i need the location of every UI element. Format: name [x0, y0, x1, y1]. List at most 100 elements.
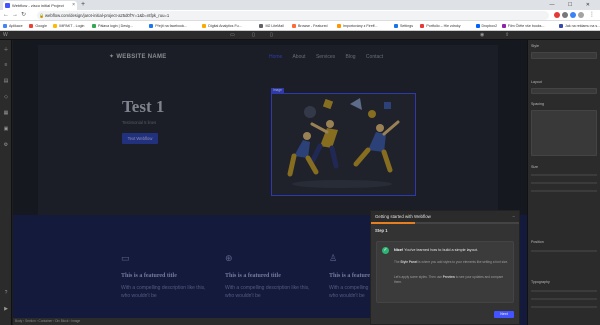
- step-message: Nice! You've learned how to build a simp…: [394, 248, 478, 252]
- panel-section-layout[interactable]: Layout: [531, 80, 542, 84]
- left-toolbar: ＋ ≡ ▤ ◇ ▦ ▣ ⚙ ? ▶: [0, 40, 12, 325]
- desktop-breakpoint-icon[interactable]: ▭: [230, 32, 235, 39]
- panel-section-style[interactable]: Style: [531, 44, 539, 48]
- feature-description: With a compelling description like this,…: [121, 285, 206, 299]
- bookmark-item[interactable]: IMPAKT - Login: [53, 21, 84, 30]
- tab-strip: Webflow - zisco initial Project × + — ☐ …: [0, 0, 600, 10]
- bookmark-item[interactable]: M2 LiteMail: [259, 21, 284, 30]
- display-setting[interactable]: [531, 88, 597, 94]
- step-instruction: Let's apply some styles. Then use Previe…: [394, 275, 504, 284]
- bookmark-favicon-icon: [336, 24, 341, 29]
- tablet-breakpoint-icon[interactable]: ▯: [252, 32, 255, 39]
- webflow-logo-icon[interactable]: W: [3, 32, 8, 39]
- preview-icon[interactable]: ◉: [480, 32, 484, 39]
- pages-icon[interactable]: ▤: [3, 78, 9, 84]
- bookmark-label: Digital Analytics Fu...: [208, 24, 242, 28]
- getting-started-title: Getting started with Webflow: [375, 214, 431, 219]
- coin-icon: ⊕: [225, 253, 233, 263]
- bookmark-favicon-icon: [3, 24, 7, 29]
- address-bar: ← → ↻ 🔒 webflow.com/design/jarot-initial…: [0, 10, 600, 21]
- typography-row[interactable]: [531, 306, 597, 308]
- bookmark-label: Pálava login | Desig...: [98, 24, 133, 28]
- bookmark-item[interactable]: Google: [29, 21, 47, 30]
- profile-avatar-icon[interactable]: [578, 12, 584, 18]
- size-row[interactable]: [531, 182, 597, 184]
- next-button[interactable]: Next: [494, 311, 514, 318]
- typography-row[interactable]: [531, 298, 597, 300]
- bookmark-favicon-icon: [149, 24, 154, 29]
- bookmark-item[interactable]: Importovány z Fireff...: [336, 21, 378, 30]
- forward-icon[interactable]: →: [12, 11, 18, 20]
- publish-icon[interactable]: ⇪: [505, 32, 509, 39]
- bookmark-label: M2 LiteMail: [265, 24, 284, 28]
- bookmark-item[interactable]: Aplikace: [3, 21, 23, 30]
- feature-card[interactable]: ⊕ This is a featured title With a compel…: [225, 253, 315, 300]
- browser-tab[interactable]: Webflow - zisco initial Project ×: [3, 1, 77, 10]
- url-text: webflow.com/design/jarot-initial-project…: [45, 13, 170, 18]
- bookmark-label: Importovány z Fireff...: [342, 24, 378, 28]
- bookmark-favicon-icon: [420, 24, 425, 29]
- bookmark-item[interactable]: Přejít na facebook...: [149, 21, 188, 30]
- video-icon[interactable]: ▶: [3, 306, 9, 312]
- new-tab-button[interactable]: +: [81, 0, 85, 10]
- bookmark-label: Browse - Featured: [298, 24, 328, 28]
- help-icon[interactable]: ?: [3, 290, 9, 296]
- bookmark-item[interactable]: Portfolio – Hle zdroky: [420, 21, 461, 30]
- bookmark-item[interactable]: Pálava login | Desig...: [92, 21, 133, 30]
- menu-icon[interactable]: ⋮: [589, 11, 595, 20]
- navigator-icon[interactable]: ≡: [3, 62, 9, 68]
- bookmark-item[interactable]: Settings: [394, 21, 413, 30]
- mobile-breakpoint-icon[interactable]: ▯: [270, 32, 273, 39]
- bookmark-label: Přejít na facebook...: [155, 24, 188, 28]
- bookmark-label: Film Čtěte vše books...: [507, 24, 545, 28]
- panel-section-size[interactable]: Size: [531, 165, 538, 169]
- bookmark-item[interactable]: Film Čtěte vše books...: [501, 21, 545, 30]
- bookmark-item[interactable]: Dropbox2: [475, 21, 498, 30]
- bookmark-item[interactable]: Browse - Featured: [292, 21, 328, 30]
- check-icon: ✓: [382, 247, 389, 254]
- feature-card[interactable]: ▭ This is a featured title With a compel…: [121, 253, 211, 300]
- tutorial-progress-fill: [371, 222, 416, 224]
- cms-icon[interactable]: ▦: [3, 110, 9, 116]
- spacing-box-model[interactable]: [531, 110, 597, 156]
- bookmark-label: Dropbox2: [481, 24, 498, 28]
- style-panel: Style Layout Spacing Size Position Typog…: [527, 40, 600, 325]
- url-input[interactable]: 🔒 webflow.com/design/jarot-initial-proje…: [37, 11, 549, 20]
- bookmark-label: Google: [35, 24, 47, 28]
- step-label: Step 1: [375, 228, 388, 233]
- panel-section-typography[interactable]: Typography: [531, 280, 550, 284]
- bookmark-favicon-icon: [292, 24, 296, 29]
- extension-icon[interactable]: [562, 12, 568, 18]
- back-icon[interactable]: ←: [3, 11, 9, 20]
- size-row[interactable]: [531, 174, 597, 176]
- extension-icon[interactable]: [554, 12, 560, 18]
- webflow-favicon-icon: [5, 3, 10, 8]
- extension-icon[interactable]: [570, 12, 576, 18]
- bookmark-favicon-icon: [394, 24, 398, 29]
- bookmark-label: Portfolio – Hle zdroky: [426, 24, 461, 28]
- panel-section-position[interactable]: Position: [531, 240, 544, 244]
- reload-icon[interactable]: ↻: [21, 11, 26, 20]
- minimize-icon[interactable]: –: [513, 211, 515, 222]
- getting-started-header: Getting started with Webflow –: [371, 211, 519, 222]
- close-tab-icon[interactable]: ×: [72, 1, 75, 10]
- symbols-icon[interactable]: ◇: [3, 94, 9, 100]
- bookmark-item[interactable]: Jak na reklamu na s...: [559, 21, 600, 30]
- window-icon: ▭: [121, 253, 130, 263]
- settings-icon[interactable]: ⚙: [3, 142, 9, 148]
- element-breadcrumb[interactable]: Body › Section › Container › Div Block ›…: [13, 318, 373, 325]
- panel-section-spacing[interactable]: Spacing: [531, 102, 544, 106]
- step-card: ✓ Nice! You've learned how to build a si…: [376, 241, 514, 303]
- typography-row[interactable]: [531, 290, 597, 292]
- assets-icon[interactable]: ▣: [3, 126, 9, 132]
- window-controls[interactable]: — ☐ ✕: [550, 0, 596, 10]
- add-panel-icon[interactable]: ＋: [3, 46, 9, 53]
- selector-field[interactable]: [531, 52, 597, 59]
- bookmark-item[interactable]: Digital Analytics Fu...: [202, 21, 242, 30]
- position-row[interactable]: [531, 250, 597, 252]
- size-row[interactable]: [531, 190, 597, 192]
- feature-title: This is a featured title: [225, 273, 281, 279]
- bookmark-label: Aplikace: [9, 24, 23, 28]
- bookmark-label: Settings: [400, 24, 413, 28]
- feature-title: This is a featured title: [121, 273, 177, 279]
